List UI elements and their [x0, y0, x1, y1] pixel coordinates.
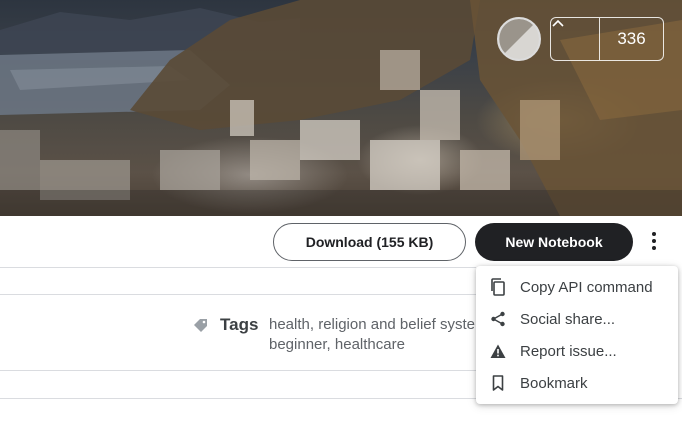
upvote-button[interactable] [551, 18, 600, 60]
chevron-up-icon [552, 19, 564, 27]
bookmark-icon [489, 374, 507, 392]
avatar-image [499, 19, 539, 59]
tags-label: Tags [220, 315, 259, 334]
tags-line[interactable]: health, religion and belief systems [269, 315, 479, 335]
copy-icon [489, 278, 507, 296]
menu-item-report-issue[interactable]: Report issue... [476, 335, 678, 367]
share-icon [489, 310, 507, 328]
menu-item-label: Copy API command [520, 278, 653, 296]
tag-icon [194, 319, 207, 332]
upvote-group: 336 [550, 17, 664, 61]
divider [0, 370, 476, 371]
author-avatar[interactable] [497, 17, 541, 61]
tags-line[interactable]: beginner, healthcare [269, 335, 479, 355]
menu-item-bookmark[interactable]: Bookmark [476, 367, 678, 399]
warning-icon [489, 342, 507, 360]
upvote-count: 336 [617, 29, 646, 48]
dataset-cover-image: 336 [0, 0, 682, 216]
menu-item-label: Social share... [520, 310, 616, 328]
divider [0, 267, 476, 268]
menu-item-label: Report issue... [520, 342, 617, 360]
more-options-menu: Copy API command Social share... Report … [476, 266, 678, 404]
new-notebook-button[interactable]: New Notebook [475, 223, 633, 261]
menu-item-label: Bookmark [520, 374, 588, 392]
menu-item-copy-api-command[interactable]: Copy API command [476, 271, 678, 303]
menu-item-social-share[interactable]: Social share... [476, 303, 678, 335]
more-vert-icon[interactable] [641, 226, 667, 256]
download-button[interactable]: Download (155 KB) [273, 223, 466, 261]
tags-list: health, religion and belief systems begi… [269, 315, 479, 355]
divider [0, 294, 476, 295]
